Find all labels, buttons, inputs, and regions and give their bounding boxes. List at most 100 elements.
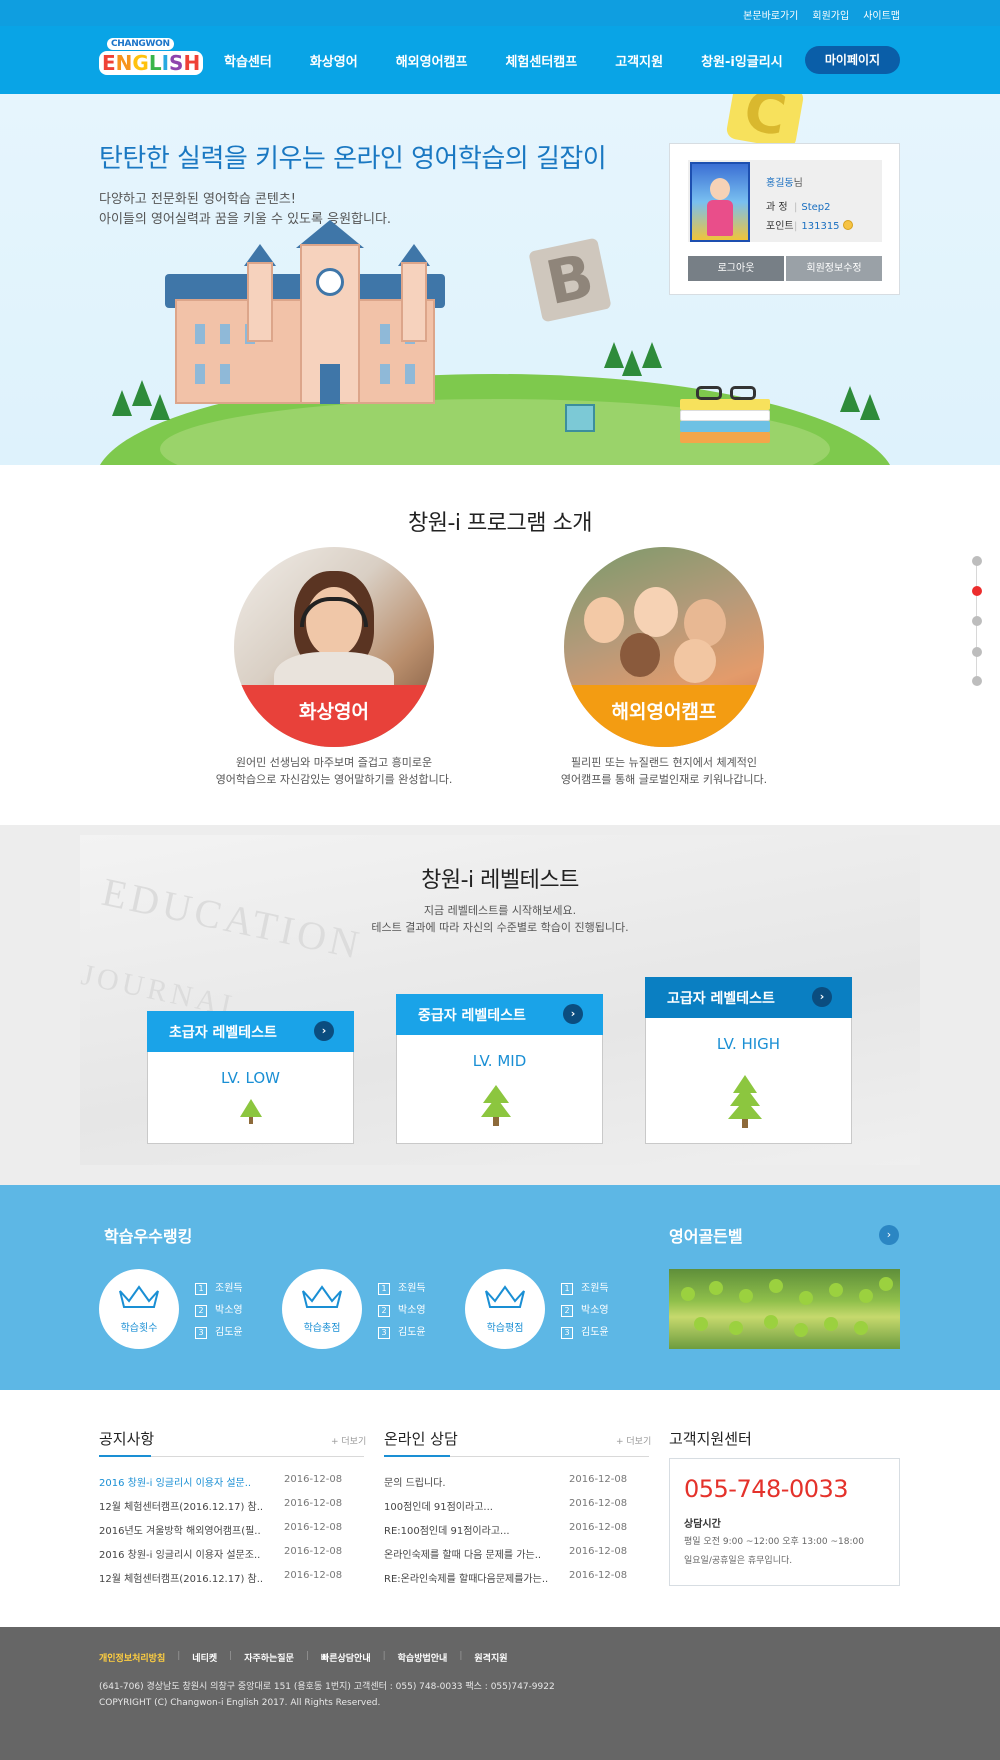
menu-video-english[interactable]: 화상영어: [310, 51, 358, 70]
logo-bottom-text: ENGLISH: [99, 51, 204, 75]
list-item[interactable]: 온라인숙제를 할때 다음 문제를 가는.. 2016-12-08: [384, 1546, 649, 1570]
book: [680, 410, 770, 421]
program-section-title: 창원-i 프로그램 소개: [408, 511, 592, 536]
notice-item-title[interactable]: 2016 창원-i 잉글리시 이용자 설문조..: [99, 1546, 260, 1561]
overseas-camp-desc-line1: 필리핀 또는 뉴질랜드 현지에서 체계적인: [570, 756, 758, 769]
notice-item-title[interactable]: 12월 체험센터캠프(2016.12.17) 참..: [99, 1570, 263, 1585]
overseas-camp-band: 해외영어캠프: [564, 685, 764, 747]
program-overseas-camp[interactable]: 해외영어캠프: [564, 547, 764, 747]
notice-item-title[interactable]: 2016년도 겨울방학 해외영어캠프(필..: [99, 1522, 261, 1537]
notice-item-title[interactable]: 12월 체험센터캠프(2016.12.17) 참..: [99, 1498, 263, 1513]
main-navigation: CHANGWON ENGLISH 학습센터 화상영어 해외영어캠프 체험센터캠프…: [0, 26, 1000, 94]
list-item[interactable]: 2016 창원-i 잉글리시 이용자 설문.. 2016-12-08: [99, 1474, 364, 1498]
pager-dot[interactable]: [972, 616, 982, 626]
video-english-desc-line2: 영어학습으로 자신감있는 영어말하기를 완성합니다.: [215, 773, 453, 786]
menu-learning-center[interactable]: 학습센터: [224, 51, 272, 70]
list-item[interactable]: 2016 창원-i 잉글리시 이용자 설문조.. 2016-12-08: [99, 1546, 364, 1570]
list-item[interactable]: 1 조원득: [561, 1279, 609, 1301]
program-video-english[interactable]: 화상영어: [234, 547, 434, 747]
menu-experience-camp[interactable]: 체험센터캠프: [505, 51, 577, 70]
list-item[interactable]: 2 박소영: [378, 1301, 426, 1323]
consult-more-link[interactable]: + 더보기: [616, 1434, 651, 1447]
list-item[interactable]: RE:온라인숙제를 할때다음문제를가는.. 2016-12-08: [384, 1570, 649, 1594]
list-item[interactable]: 문의 드립니다. 2016-12-08: [384, 1474, 649, 1498]
footer-link-quick-consult[interactable]: 빠른상담안내: [321, 1651, 371, 1664]
school-window: [195, 324, 205, 344]
mypage-button[interactable]: 마이페이지: [805, 46, 900, 74]
skip-to-content-link[interactable]: 본문바로가기: [743, 7, 798, 22]
consult-item-title[interactable]: 문의 드립니다.: [384, 1474, 446, 1489]
list-item[interactable]: RE:100점인데 91점이라고... 2016-12-08: [384, 1522, 649, 1546]
list-item[interactable]: 12월 체험센터캠프(2016.12.17) 참.. 2016-12-08: [99, 1498, 364, 1522]
crown-icon: [485, 1285, 525, 1308]
left-tower: [247, 262, 273, 342]
rank-name: 조원득: [215, 1283, 243, 1294]
tree-icon: [840, 386, 860, 412]
golden-bell-photo[interactable]: [669, 1269, 900, 1349]
list-item[interactable]: 3 김도윤: [561, 1323, 609, 1345]
arrow-right-icon[interactable]: ›: [879, 1225, 899, 1245]
notice-item-title[interactable]: 2016 창원-i 잉글리시 이용자 설문..: [99, 1474, 251, 1489]
menu-overseas-camp[interactable]: 해외영어캠프: [396, 51, 468, 70]
arrow-right-icon[interactable]: ›: [812, 987, 832, 1007]
list-item[interactable]: 2 박소영: [195, 1301, 243, 1323]
pager-dot-active[interactable]: [972, 586, 982, 596]
rank-name: 조원득: [398, 1283, 426, 1294]
notice-more-link[interactable]: + 더보기: [331, 1434, 366, 1447]
book: [680, 399, 770, 410]
menu-customer-support[interactable]: 고객지원: [615, 51, 663, 70]
point-label: 포인트: [766, 221, 794, 232]
notice-item-date: 2016-12-08: [284, 1570, 343, 1581]
list-item[interactable]: 2016년도 겨울방학 해외영어캠프(필.. 2016-12-08: [99, 1522, 364, 1546]
tree-icon: [604, 342, 624, 368]
ranking-count-list: 1 조원득 2 박소영 3 김도윤: [195, 1279, 243, 1345]
list-item[interactable]: 12월 체험센터캠프(2016.12.17) 참.. 2016-12-08: [99, 1570, 364, 1594]
school-window: [220, 324, 230, 344]
level-low-value: LV. LOW: [220, 1069, 281, 1087]
footer-link-remote-support[interactable]: 원격지원: [474, 1651, 507, 1664]
list-item[interactable]: 3 김도윤: [378, 1323, 426, 1345]
consult-item-date: 2016-12-08: [569, 1522, 628, 1533]
cs-hours-weekday: 평일 오전 9:00 ~12:00 오후 13:00 ~18:00: [684, 1537, 864, 1547]
cs-center-box: 055-748-0033 상담시간 평일 오전 9:00 ~12:00 오후 1…: [669, 1458, 900, 1586]
logout-button[interactable]: 로그아웃: [688, 256, 784, 281]
arrow-right-icon[interactable]: ›: [314, 1021, 334, 1041]
logo-top-text: CHANGWON: [107, 38, 174, 50]
menu-changwon-english[interactable]: 창원-i잉글리시: [701, 51, 783, 70]
footer-copyright: COPYRIGHT (C) Changwon-i English 2017. A…: [99, 1698, 381, 1708]
list-item[interactable]: 3 김도윤: [195, 1323, 243, 1345]
signup-link[interactable]: 회원가입: [812, 7, 849, 22]
level-card-high[interactable]: 고급자 레벨테스트 › LV. HIGH: [645, 977, 852, 1144]
level-card-low[interactable]: 초급자 레벨테스트 › LV. LOW: [147, 1011, 354, 1144]
level-card-mid[interactable]: 중급자 레벨테스트 › LV. MID: [396, 994, 603, 1144]
level-high-title: 고급자 레벨테스트: [667, 991, 775, 1007]
pager-dot[interactable]: [972, 676, 982, 686]
tree-icon: [240, 1099, 262, 1117]
cs-title: 고객지원센터: [669, 1430, 752, 1448]
list-item[interactable]: 2 박소영: [561, 1301, 609, 1323]
level-card-header: 초급자 레벨테스트 ›: [147, 1011, 354, 1052]
consult-item-title[interactable]: 100점인데 91점이라고...: [384, 1498, 493, 1513]
footer-link-privacy[interactable]: 개인정보처리방침: [99, 1651, 165, 1664]
consult-item-title[interactable]: 온라인숙제를 할때 다음 문제를 가는..: [384, 1546, 541, 1561]
edit-profile-button[interactable]: 회원정보수정: [786, 256, 882, 281]
course-label: 과 정: [766, 202, 788, 213]
sitemap-link[interactable]: 사이트맵: [863, 7, 900, 22]
consult-item-title[interactable]: RE:100점인데 91점이라고...: [384, 1522, 510, 1537]
arrow-right-icon[interactable]: ›: [563, 1004, 583, 1024]
footer-links: 개인정보처리방침 | 네티켓 | 자주하는질문 | 빠른상담안내 | 학습방법안내 | 원…: [99, 1651, 508, 1664]
site-logo[interactable]: CHANGWON ENGLISH: [99, 38, 204, 82]
pager-dot[interactable]: [972, 647, 982, 657]
pager-dot[interactable]: [972, 556, 982, 566]
footer-link-study-guide[interactable]: 학습방법안내: [398, 1651, 448, 1664]
footer-link-faq[interactable]: 자주하는질문: [244, 1651, 294, 1664]
notice-item-date: 2016-12-08: [284, 1522, 343, 1533]
footer-link-netiquette[interactable]: 네티켓: [192, 1651, 217, 1664]
footer: 개인정보처리방침 | 네티켓 | 자주하는질문 | 빠른상담안내 | 학습방법안내 | 원…: [0, 1627, 1000, 1760]
tree-icon: [860, 394, 880, 420]
list-item[interactable]: 1 조원득: [378, 1279, 426, 1301]
consult-title: 온라인 상담: [384, 1430, 458, 1448]
list-item[interactable]: 1 조원득: [195, 1279, 243, 1301]
consult-item-title[interactable]: RE:온라인숙제를 할때다음문제를가는..: [384, 1570, 548, 1585]
list-item[interactable]: 100점인데 91점이라고... 2016-12-08: [384, 1498, 649, 1522]
